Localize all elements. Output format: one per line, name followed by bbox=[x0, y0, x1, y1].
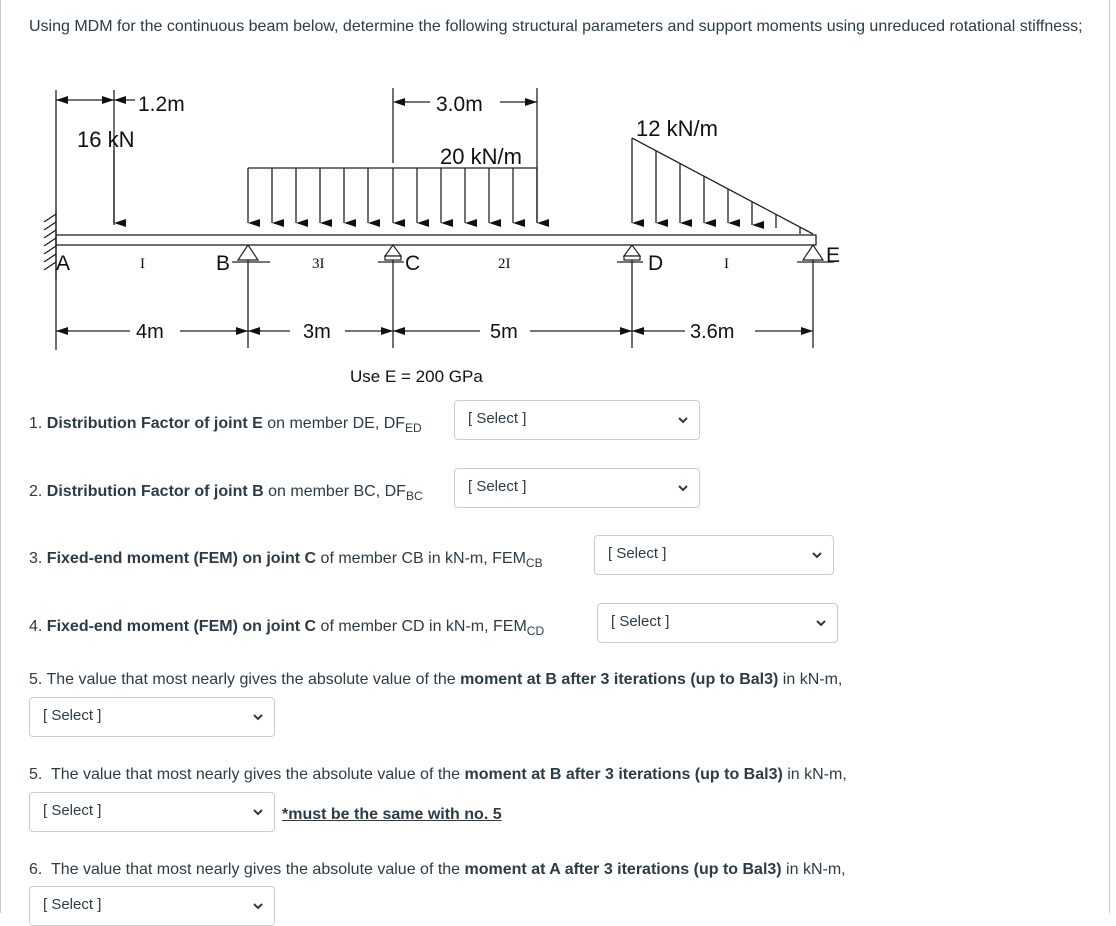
q6-answer-select[interactable]: [ Select ] bbox=[29, 886, 275, 926]
q5-answer-select[interactable]: [ Select ] bbox=[29, 697, 275, 737]
question-4: 4. Fixed-end moment (FEM) on joint C of … bbox=[29, 618, 545, 638]
member-inertia-DE: I bbox=[724, 256, 729, 272]
chevron-down-icon bbox=[253, 809, 263, 816]
beam-diagram: 1.2m 16 kN 3.0m 20 kN/m 12 kN/m A B C D … bbox=[43, 88, 840, 386]
point-load-label: 16 kN bbox=[77, 127, 134, 152]
chevron-down-icon bbox=[253, 903, 263, 910]
question-5-repeat: 5. The value that most nearly gives the … bbox=[29, 766, 847, 783]
q2-answer-select[interactable]: [ Select ] bbox=[454, 468, 700, 508]
span-label-DE: 3.6m bbox=[690, 321, 734, 343]
q4-answer-select[interactable]: [ Select ] bbox=[597, 603, 838, 643]
chevron-down-icon bbox=[678, 417, 688, 424]
question-5: 5. The value that most nearly gives the … bbox=[29, 671, 843, 688]
span-label-CD: 5m bbox=[490, 321, 518, 343]
chevron-down-icon bbox=[812, 552, 822, 559]
same-answer-note: *must be the same with no. 5 bbox=[282, 806, 502, 823]
pin-support-B bbox=[232, 243, 270, 263]
support-label-E: E bbox=[826, 244, 840, 267]
member-inertia-BC: 3I bbox=[312, 256, 325, 272]
question-1: 1. Distribution Factor of joint E on mem… bbox=[29, 415, 422, 435]
support-label-B: B bbox=[216, 252, 230, 275]
member-inertia-AB: I bbox=[140, 256, 145, 272]
roller-support-C bbox=[378, 243, 404, 263]
span-label-AB: 4m bbox=[136, 321, 164, 343]
chevron-down-icon bbox=[678, 485, 688, 492]
chevron-down-icon bbox=[253, 714, 263, 721]
point-load-dim-label: 1.2m bbox=[138, 93, 185, 116]
q5-repeat-answer-select[interactable]: [ Select ] bbox=[29, 792, 275, 832]
beam bbox=[55, 234, 817, 246]
q3-answer-select[interactable]: [ Select ] bbox=[594, 535, 834, 575]
modulus-label: Use E = 200 GPa bbox=[350, 367, 483, 386]
chevron-down-icon bbox=[816, 620, 826, 627]
roller-support-D bbox=[617, 243, 643, 263]
support-label-A: A bbox=[56, 252, 70, 275]
fixed-support-A bbox=[43, 213, 57, 271]
q1-answer-select[interactable]: [ Select ] bbox=[454, 400, 700, 440]
udl-label: 20 kN/m bbox=[440, 144, 522, 169]
udl-arrows bbox=[247, 168, 549, 227]
question-6: 6. The value that most nearly gives the … bbox=[29, 861, 846, 878]
span-label-BC: 3m bbox=[303, 321, 331, 343]
triangular-load-label: 12 kN/m bbox=[636, 116, 718, 141]
udl-dim-label: 3.0m bbox=[436, 93, 483, 116]
question-intro: Using MDM for the continuous beam below,… bbox=[29, 18, 1083, 35]
member-inertia-CD: 2I bbox=[498, 256, 511, 272]
support-label-C: C bbox=[405, 252, 420, 275]
support-label-D: D bbox=[648, 252, 663, 275]
question-2: 2. Distribution Factor of joint B on mem… bbox=[29, 483, 423, 503]
triangular-load-arrows bbox=[631, 138, 801, 234]
question-3: 3. Fixed-end moment (FEM) on joint C of … bbox=[29, 550, 543, 570]
